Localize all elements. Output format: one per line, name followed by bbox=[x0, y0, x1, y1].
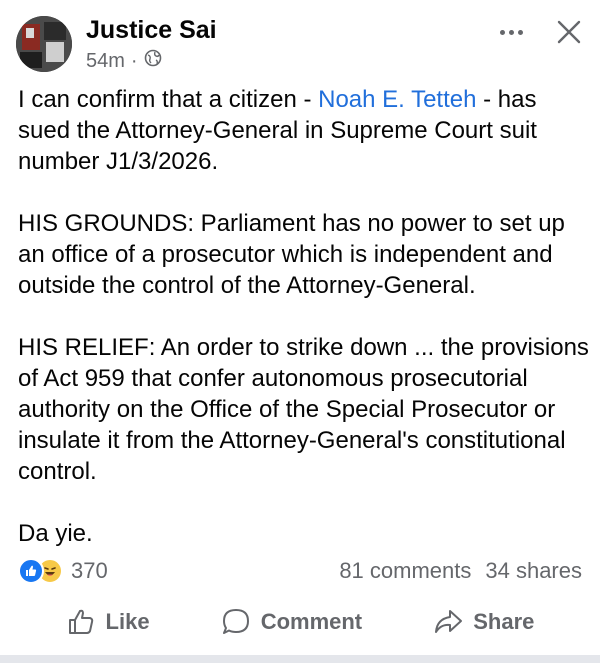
share-button[interactable]: Share bbox=[433, 607, 534, 637]
post-time[interactable]: 54m bbox=[86, 50, 125, 73]
comments-count[interactable]: 81 comments bbox=[339, 558, 471, 584]
comment-button[interactable]: Comment bbox=[221, 607, 362, 637]
more-options-button[interactable] bbox=[494, 20, 528, 44]
globe-icon bbox=[144, 49, 162, 73]
post-paragraph-intro: I can confirm that a citizen - Noah E. T… bbox=[18, 86, 537, 175]
post-meta: 54m · bbox=[86, 49, 162, 73]
avatar[interactable] bbox=[16, 16, 72, 72]
post-body: I can confirm that a citizen - Noah E. T… bbox=[18, 84, 590, 549]
comment-label: Comment bbox=[260, 609, 363, 634]
like-button[interactable]: Like bbox=[66, 607, 150, 637]
thumbs-up-icon bbox=[68, 609, 93, 634]
mention-link[interactable]: Noah E. Tetteh bbox=[318, 86, 476, 113]
close-icon bbox=[557, 20, 581, 44]
like-reaction-icon bbox=[18, 558, 44, 584]
reactions-summary[interactable]: 370 bbox=[18, 556, 108, 586]
dot-icon bbox=[508, 29, 514, 35]
reaction-count: 370 bbox=[71, 558, 108, 583]
shares-count[interactable]: 34 shares bbox=[485, 558, 582, 584]
post-paragraph-relief: HIS RELIEF: An order to strike down ... … bbox=[18, 334, 589, 485]
share-icon bbox=[435, 610, 463, 633]
meta-separator: · bbox=[130, 49, 138, 72]
share-label: Share bbox=[473, 609, 535, 634]
post-paragraph-closing: Da yie. bbox=[18, 520, 93, 547]
post-divider bbox=[0, 655, 600, 663]
author-name[interactable]: Justice Sai bbox=[86, 16, 217, 45]
post-paragraph-grounds: HIS GROUNDS: Parliament has no power to … bbox=[18, 210, 565, 299]
comment-icon bbox=[222, 609, 249, 634]
engagement-stats: 81 comments 34 shares bbox=[339, 556, 582, 586]
action-bar: Like Comment Share bbox=[0, 600, 600, 644]
dot-icon bbox=[517, 29, 523, 35]
like-label: Like bbox=[105, 609, 150, 634]
close-button[interactable] bbox=[553, 16, 585, 48]
post-header: Justice Sai 54m · bbox=[0, 0, 600, 80]
dot-icon bbox=[499, 29, 505, 35]
